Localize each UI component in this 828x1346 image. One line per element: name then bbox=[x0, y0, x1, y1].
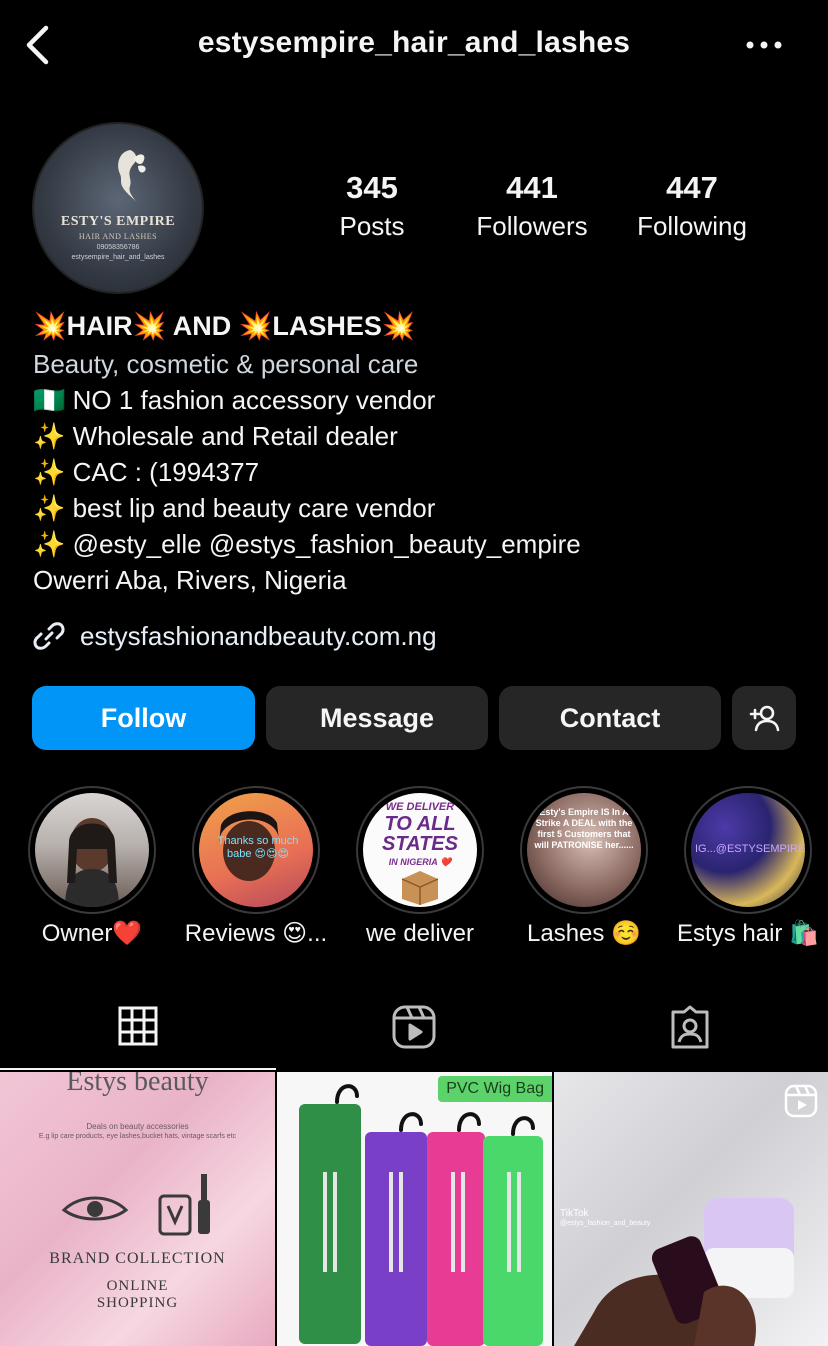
overlay-line: WE DELIVER bbox=[385, 801, 455, 813]
grid-icon bbox=[118, 1006, 158, 1046]
followers-label: Followers bbox=[476, 211, 588, 241]
post-small-text: Deals on beauty accessories bbox=[86, 1122, 189, 1131]
wig-bags-illustration bbox=[299, 1084, 543, 1346]
bio-line: 🇳🇬 NO 1 fashion accessory vendor bbox=[33, 385, 436, 415]
website-url: estysfashionandbeauty.com.ng bbox=[80, 620, 437, 651]
suggested-accounts-button[interactable] bbox=[732, 686, 796, 750]
stat-posts[interactable]: 345 Posts bbox=[297, 170, 447, 246]
post-line: ONLINE bbox=[106, 1278, 169, 1294]
highlight-estys-hair[interactable]: IG...@ESTYSEMPIRE Estys hair 🛍️ bbox=[666, 786, 828, 950]
followers-count: 441 bbox=[506, 170, 558, 205]
following-label: Following bbox=[637, 211, 747, 241]
following-count: 447 bbox=[666, 170, 718, 205]
avatar-subtitle: HAIR AND LASHES bbox=[78, 232, 158, 241]
overlay-line: STATES bbox=[382, 833, 458, 855]
profile-location: Owerri Aba, Rivers, Nigeria bbox=[33, 565, 347, 595]
package-box-icon bbox=[401, 871, 439, 905]
bio-line: ✨ best lip and beauty care vendor bbox=[33, 493, 436, 523]
website-link[interactable]: estysfashionandbeauty.com.ng bbox=[32, 614, 437, 658]
stat-following[interactable]: 447 Following bbox=[617, 170, 767, 246]
profile-avatar[interactable]: ESTY'S EMPIRE HAIR AND LASHES 0905835678… bbox=[32, 122, 204, 294]
post-line: SHOPPING bbox=[96, 1295, 179, 1311]
profile-bio: 💥HAIR💥 AND 💥LASHES💥 Beauty, cosmetic & p… bbox=[33, 306, 813, 598]
post-thumbnail[interactable]: TikTok @estys_fashion_and_beauty bbox=[554, 1072, 828, 1346]
contact-button[interactable]: Contact bbox=[499, 686, 721, 750]
highlight-overlay-text: Esty's Empire IS In A Strike A DEAL with… bbox=[534, 807, 634, 850]
bio-mentions-line: ✨ @esty_elle @estys_fashion_beauty_empir… bbox=[33, 526, 813, 562]
avatar-phone: 09058356786 bbox=[96, 244, 140, 251]
avatar-brand-text: ESTY'S EMPIRE bbox=[60, 214, 176, 229]
highlight-cover: IG...@ESTYSEMPIRE bbox=[691, 793, 805, 907]
tab-tagged[interactable] bbox=[552, 984, 828, 1070]
highlight-label: Owner❤️ bbox=[41, 920, 143, 947]
lip-product-photo bbox=[574, 1198, 794, 1346]
reels-icon bbox=[392, 1005, 436, 1049]
profile-username: estysempire_hair_and_lashes bbox=[197, 26, 631, 59]
sparkle-emoji: ✨ bbox=[33, 529, 66, 559]
highlight-overlay-text: IG...@ESTYSEMPIRE bbox=[695, 843, 805, 855]
highlight-reviews[interactable]: Thanks so much babe 😍😍😍 Reviews 😍... bbox=[174, 786, 338, 950]
story-highlights: Owner❤️ Thanks so much babe 😍😍😍 Reviews … bbox=[0, 786, 828, 956]
profile-stats: 345 Posts 441 Followers 447 Following bbox=[300, 170, 780, 250]
message-button[interactable]: Message bbox=[266, 686, 488, 750]
highlight-lashes[interactable]: Esty's Empire IS In A Strike A DEAL with… bbox=[502, 786, 666, 950]
highlight-owner[interactable]: Owner❤️ bbox=[10, 786, 174, 950]
perfume-bottle-icon bbox=[158, 1174, 210, 1236]
avatar-handle: estysempire_hair_and_lashes bbox=[71, 254, 165, 261]
add-person-icon bbox=[749, 705, 780, 732]
overlay-line: IN NIGERIA ❤️ bbox=[388, 857, 452, 867]
post-thumbnail[interactable]: Estys beauty Deals on beauty accessories… bbox=[0, 1072, 275, 1346]
highlight-label: Lashes ☺️ bbox=[527, 920, 641, 947]
profile-category: Beauty, cosmetic & personal care bbox=[33, 349, 419, 379]
mention-link[interactable]: @esty_elle bbox=[73, 529, 202, 559]
post-small-text: E.g lip care products, eye lashes,bucket… bbox=[38, 1133, 237, 1140]
highlight-label: we deliver bbox=[365, 920, 475, 947]
highlight-label: Estys hair 🛍️ bbox=[677, 920, 819, 947]
more-options-icon[interactable] bbox=[744, 30, 784, 60]
tab-posts-grid[interactable] bbox=[0, 984, 276, 1070]
eye-icon bbox=[61, 1196, 129, 1221]
bio-line: ✨ Wholesale and Retail dealer bbox=[33, 421, 398, 451]
highlight-label: Reviews 😍... bbox=[184, 920, 328, 947]
highlight-cover: Esty's Empire IS In A Strike A DEAL with… bbox=[527, 793, 641, 907]
link-icon bbox=[33, 622, 65, 650]
post-line: BRAND COLLECTION bbox=[49, 1250, 226, 1267]
woman-silhouette-logo-icon bbox=[118, 150, 146, 204]
posts-label: Posts bbox=[339, 211, 405, 241]
tagged-person-icon bbox=[671, 1005, 709, 1049]
highlight-cover bbox=[35, 793, 149, 907]
bio-line: ✨ CAC : (1994377 bbox=[33, 457, 260, 487]
profile-display-name: 💥HAIR💥 AND 💥LASHES💥 bbox=[33, 311, 416, 341]
tab-reels[interactable] bbox=[276, 984, 552, 1070]
stat-followers[interactable]: 441 Followers bbox=[457, 170, 607, 246]
post-thumbnail[interactable]: PVC Wig Bag bbox=[277, 1072, 552, 1346]
highlight-we-deliver[interactable]: WE DELIVER TO ALL STATES IN NIGERIA ❤️ w… bbox=[338, 786, 502, 950]
posts-count: 345 bbox=[346, 170, 398, 205]
person-photo-icon bbox=[65, 818, 119, 907]
highlight-cover: WE DELIVER TO ALL STATES IN NIGERIA ❤️ bbox=[363, 793, 477, 907]
highlight-overlay-text: Thanks so much babe 😍😍😍 bbox=[217, 835, 299, 860]
posts-grid: Estys beauty Deals on beauty accessories… bbox=[0, 1072, 828, 1346]
top-bar: estysempire_hair_and_lashes bbox=[0, 0, 828, 92]
mention-link[interactable]: @estys_fashion_beauty_empire bbox=[209, 529, 581, 559]
profile-actions: Follow Message Contact bbox=[32, 686, 798, 750]
post-title: Estys beauty bbox=[66, 1072, 209, 1097]
highlight-cover: Thanks so much babe 😍😍😍 bbox=[199, 793, 313, 907]
follow-button[interactable]: Follow bbox=[32, 686, 255, 750]
profile-tabs bbox=[0, 984, 828, 1070]
